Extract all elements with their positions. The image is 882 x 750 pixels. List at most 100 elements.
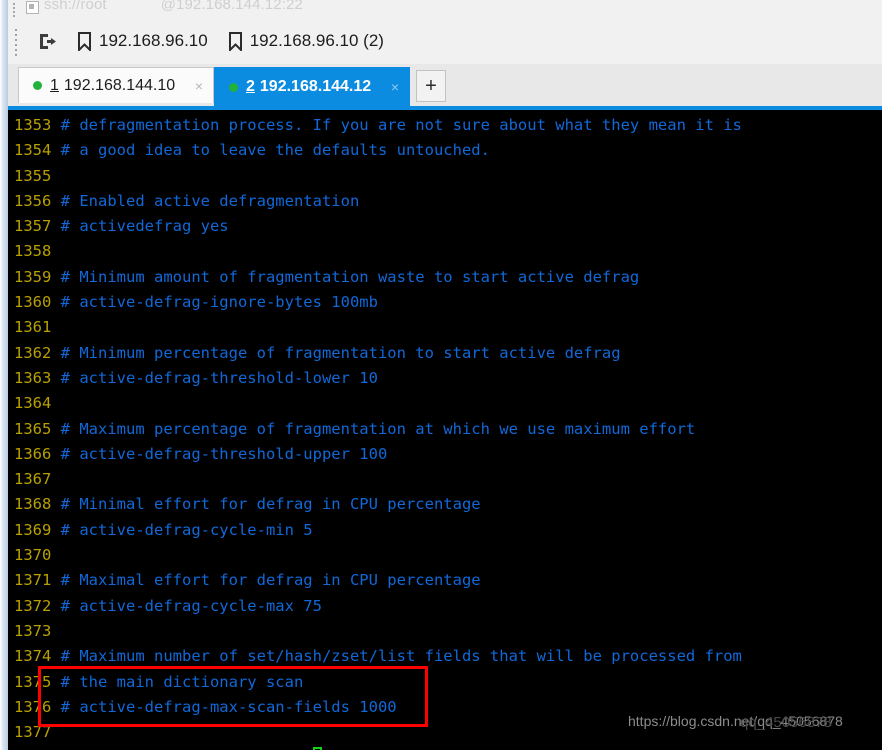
terminal-line: 1365 # Maximum percentage of fragmentati… [14, 417, 742, 442]
bookmark-toolbar-items: 192.168.96.10 192.168.96.10 (2) [30, 18, 392, 64]
terminal-line-number: 1366 [14, 444, 61, 463]
bookmark-item-0[interactable]: 192.168.96.10 [69, 26, 216, 56]
window-left-edge [0, 0, 8, 750]
address-bar-text-left: ssh://root [44, 0, 107, 13]
terminal-line: 1367 [14, 467, 742, 492]
terminal-line: 1354 # a good idea to leave the defaults… [14, 138, 742, 163]
terminal-line-number: 1363 [14, 368, 61, 387]
new-tab-button[interactable]: + [416, 70, 446, 102]
terminal-line-number: 1368 [14, 495, 61, 514]
terminal-line: 1373 [14, 619, 742, 644]
terminal-line: 1363 # active-defrag-threshold-lower 10 [14, 366, 742, 391]
connect-arrow-icon [38, 32, 57, 51]
tab-status-dot-icon [229, 82, 238, 92]
terminal-line: 1374 # Maximum number of set/hash/zset/l… [14, 644, 742, 669]
address-bar-text: ssh://root @192.168.144.12:22 [44, 0, 303, 13]
terminal-text-area: 1353 # defragmentation process. If you a… [14, 113, 742, 750]
terminal-line-number: 1370 [14, 546, 61, 565]
terminal-line-number: 1357 [14, 217, 61, 236]
terminal-line-number: 1354 [14, 141, 61, 160]
terminal-line-number: 1364 [14, 394, 61, 413]
terminal-line-number: 1359 [14, 267, 61, 286]
terminal-line: 1359 # Minimum amount of fragmentation w… [14, 265, 742, 290]
tab-index-label: 2 [246, 78, 255, 95]
tab-bar: 1 192.168.144.10 × 2 192.168.144.12 × + [8, 64, 882, 110]
close-icon[interactable]: × [177, 79, 203, 93]
terminal-line-content: # Maximum percentage of fragmentation at… [60, 419, 696, 438]
terminal-line: 1360 # active-defrag-ignore-bytes 100mb [14, 290, 742, 315]
terminal-line-number: 1360 [14, 293, 61, 312]
terminal-line: 1364 [14, 391, 742, 416]
terminal-line-content: # Enabled active defragmentation [60, 191, 360, 210]
address-bar-drag-handle[interactable] [12, 1, 17, 17]
terminal-line-number: 1371 [14, 571, 61, 590]
terminal-line-content: # active-defrag-ignore-bytes 100mb [60, 293, 378, 312]
terminal-line: 1358 [14, 239, 742, 264]
terminal-line-number: 1372 [14, 596, 61, 615]
terminal-line: 1355 [14, 164, 742, 189]
terminal-line-content: # Minimum percentage of fragmentation to… [60, 343, 621, 362]
tab-list: 1 192.168.144.10 × 2 192.168.144.12 × + [18, 67, 446, 106]
connect-button[interactable] [30, 26, 65, 56]
terminal-line-number: 1376 [14, 697, 61, 716]
address-bar-text-right: @192.168.144.12:22 [160, 0, 303, 13]
bookmark-flag-icon [77, 31, 92, 52]
terminal-line: 1366 # active-defrag-threshold-upper 100 [14, 442, 742, 467]
terminal-line: 1378 slaveof 192.168.144.10 6379 [14, 745, 742, 750]
terminal-line: 1353 # defragmentation process. If you a… [14, 113, 742, 138]
terminal-line-number: 1374 [14, 647, 61, 666]
terminal-line: 1370 [14, 543, 742, 568]
terminal-application-window: ssh://root @192.168.144.12:22 192.168.96… [0, 0, 882, 750]
terminal-line-content: # a good idea to leave the defaults unto… [60, 141, 490, 160]
tab-index-label: 1 [50, 76, 59, 94]
terminal-line: 1372 # active-defrag-cycle-max 75 [14, 594, 742, 619]
address-bar[interactable]: ssh://root @192.168.144.12:22 [8, 0, 882, 19]
watermark: https://blog.csdn.net/qq_45056878 qq_450… [628, 713, 843, 731]
terminal-line: 1369 # active-defrag-cycle-min 5 [14, 518, 742, 543]
tab-192-168-144-10[interactable]: 1 192.168.144.10 × [18, 67, 214, 103]
terminal-line-content: # active-defrag-threshold-upper 100 [60, 444, 388, 463]
terminal-line-content: # active-defrag-cycle-max 75 [60, 596, 322, 615]
terminal-line: 1371 # Maximal effort for defrag in CPU … [14, 568, 742, 593]
bookmark-toolbar: 192.168.96.10 192.168.96.10 (2) [8, 18, 882, 65]
terminal-line-number: 1355 [14, 166, 61, 185]
terminal-line-number: 1373 [14, 621, 61, 640]
terminal-line: 1362 # Minimum percentage of fragmentati… [14, 341, 742, 366]
terminal-line-number: 1356 [14, 191, 61, 210]
terminal-line-number: 1362 [14, 343, 61, 362]
terminal-line-number: 1369 [14, 520, 61, 539]
tab-title-label: 192.168.144.12 [259, 78, 372, 95]
bookmark-flag-icon [228, 31, 243, 52]
terminal-line-content: # Maximum number of set/hash/zset/list f… [60, 647, 742, 666]
terminal-line-number: 1358 [14, 242, 61, 261]
terminal-line-number: 1361 [14, 318, 61, 337]
bookmark-item-1[interactable]: 192.168.96.10 (2) [220, 26, 392, 56]
terminal-line-content: # active-defrag-threshold-lower 10 [60, 368, 378, 387]
terminal-line-number: 1377 [14, 723, 61, 742]
terminal-line: 1357 # activedefrag yes [14, 214, 742, 239]
close-icon[interactable]: × [373, 80, 399, 94]
bookmark-toolbar-drag-handle[interactable] [14, 26, 19, 56]
terminal-line-number: 1367 [14, 470, 61, 489]
terminal-line-content: # the main dictionary scan [60, 672, 304, 691]
terminal-line: 1375 # the main dictionary scan [14, 670, 742, 695]
document-icon [26, 1, 39, 14]
terminal-line-content: # Minimal effort for defrag in CPU perce… [60, 495, 481, 514]
terminal-line-content: # Minimum amount of fragmentation waste … [60, 267, 640, 286]
terminal-line-number: 1375 [14, 672, 61, 691]
terminal-line-content: # activedefrag yes [60, 217, 229, 236]
terminal-line: 1356 # Enabled active defragmentation [14, 189, 742, 214]
bookmark-item-label: 192.168.96.10 (2) [249, 31, 384, 50]
terminal-line-content: # defragmentation process. If you are no… [60, 116, 742, 134]
watermark-ghost-text: qq_45056878 [740, 714, 832, 731]
terminal-line-content: # active-defrag-cycle-min 5 [60, 520, 313, 539]
terminal-viewport[interactable]: 1353 # defragmentation process. If you a… [8, 110, 882, 750]
tab-title-label: 192.168.144.10 [63, 76, 176, 94]
terminal-line: 1368 # Minimal effort for defrag in CPU … [14, 492, 742, 517]
terminal-line-content: # active-defrag-max-scan-fields 1000 [60, 697, 397, 716]
bookmark-item-label: 192.168.96.10 [99, 31, 208, 50]
terminal-line-content: # Maximal effort for defrag in CPU perce… [60, 571, 481, 590]
tab-status-dot-icon [33, 81, 42, 90]
tab-192-168-144-12[interactable]: 2 192.168.144.12 × [214, 67, 410, 106]
terminal-line: 1361 [14, 315, 742, 340]
